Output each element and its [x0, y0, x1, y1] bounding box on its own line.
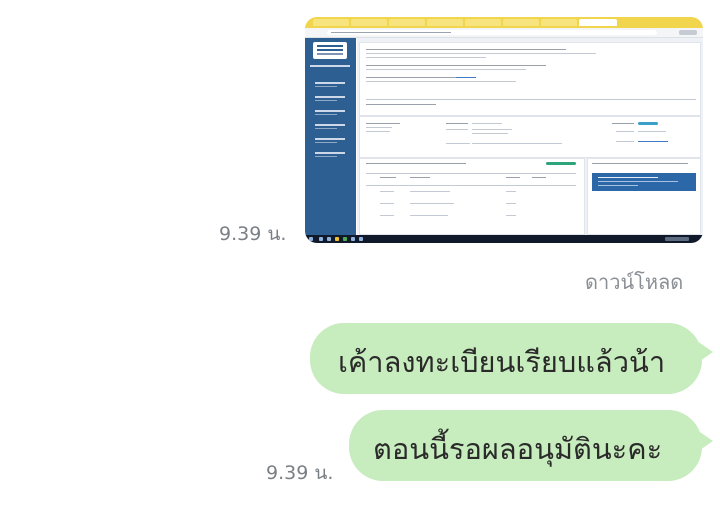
browser-tab-bar — [305, 17, 703, 28]
image-attachment[interactable] — [305, 17, 703, 243]
app-sidebar — [305, 38, 356, 235]
app-content — [357, 38, 703, 235]
message-bubble[interactable]: เค้าลงทะเบียนเรียบแล้วน้า — [310, 323, 713, 394]
browser-address-bar — [305, 28, 703, 38]
message-bubble[interactable]: ตอนนี้รอผลอนุมัตินะคะ — [349, 410, 713, 481]
message-text: ตอนนี้รอผลอนุมัตินะคะ — [373, 432, 663, 466]
message-text: เค้าลงทะเบียนเรียบแล้วน้า — [338, 345, 666, 379]
os-taskbar — [305, 235, 703, 243]
message-timestamp: 9.39 น. — [266, 462, 334, 484]
logo — [313, 42, 347, 59]
bubble-tail — [697, 430, 713, 452]
download-link[interactable]: ดาวน์โหลด — [585, 266, 683, 298]
bubble-tail — [697, 341, 713, 363]
message-timestamp: 9.39 น. — [219, 223, 287, 245]
